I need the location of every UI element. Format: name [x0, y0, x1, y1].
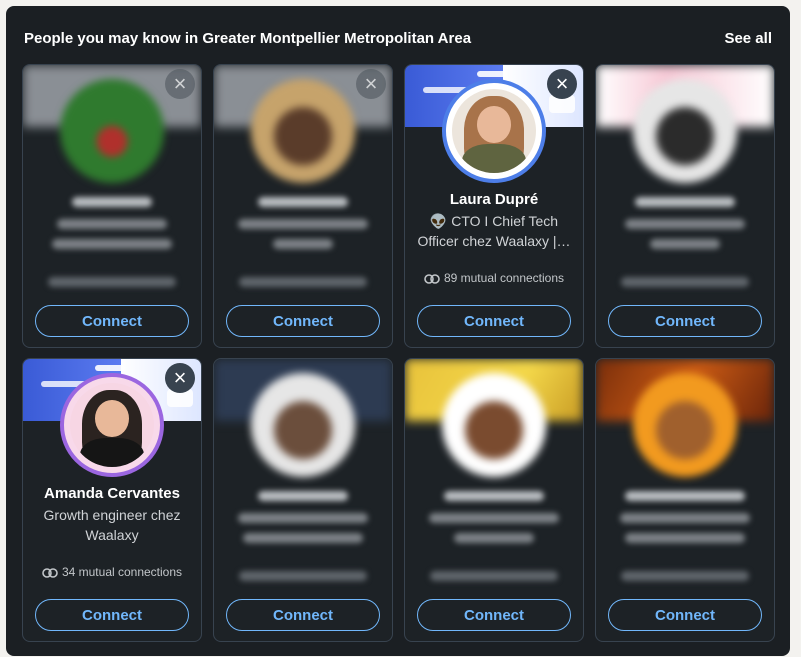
mutual-text: 89 mutual connections — [443, 271, 565, 285]
name-redacted — [258, 491, 348, 501]
person-card: × Connect — [22, 64, 202, 348]
person-card: Connect — [404, 358, 584, 642]
connect-button[interactable]: Connect — [35, 599, 189, 631]
name-redacted — [258, 197, 348, 207]
mutual-connections: 89 mutual connections — [411, 271, 577, 285]
name-redacted — [635, 197, 735, 207]
see-all-link[interactable]: See all — [724, 30, 772, 47]
connect-button[interactable]: Connect — [35, 305, 189, 337]
headline-redacted — [57, 219, 167, 229]
headline-redacted — [273, 239, 333, 249]
connect-button[interactable]: Connect — [608, 599, 762, 631]
person-card: Connect — [595, 64, 775, 348]
mutual-redacted — [621, 277, 749, 287]
mutual-connections-icon — [424, 274, 440, 284]
mutual-redacted — [430, 571, 558, 581]
headline-line: Growth engineer chez — [43, 507, 181, 523]
name-redacted — [625, 491, 745, 501]
banner-logo — [95, 365, 125, 371]
person-headline: Growth engineer chez Waalaxy — [35, 505, 189, 545]
close-icon[interactable]: × — [547, 69, 577, 99]
avatar[interactable] — [60, 373, 164, 477]
connect-button[interactable]: Connect — [417, 305, 571, 337]
banner-logo — [477, 71, 507, 77]
person-card: Connect — [595, 358, 775, 642]
headline-redacted — [238, 513, 368, 523]
connect-button[interactable]: Connect — [226, 599, 380, 631]
headline-redacted — [243, 533, 363, 543]
headline-redacted — [52, 239, 172, 249]
profile-photo — [452, 89, 536, 173]
mutual-connections: 34 mutual connections — [29, 565, 195, 579]
profile-photo — [70, 383, 154, 467]
headline-redacted — [625, 533, 745, 543]
avatar[interactable] — [633, 79, 737, 183]
avatar[interactable] — [442, 79, 546, 183]
close-icon[interactable]: × — [165, 69, 195, 99]
section-header: People you may know in Greater Montpelli… — [24, 30, 772, 54]
headline-line: Waalaxy — [85, 527, 139, 543]
headline-redacted — [454, 533, 534, 543]
name-redacted — [72, 197, 152, 207]
avatar[interactable] — [633, 373, 737, 477]
person-card: Connect — [213, 358, 393, 642]
headline-line: Officer chez Waalaxy |… — [417, 233, 571, 249]
mutual-text: 34 mutual connections — [61, 565, 183, 579]
headline-redacted — [625, 219, 745, 229]
mutual-redacted — [239, 277, 367, 287]
people-you-may-know-panel: People you may know in Greater Montpelli… — [6, 6, 790, 656]
mutual-redacted — [239, 571, 367, 581]
headline-redacted — [238, 219, 368, 229]
close-icon[interactable]: × — [165, 363, 195, 393]
avatar[interactable] — [442, 373, 546, 477]
headline-redacted — [650, 239, 720, 249]
headline-redacted — [620, 513, 750, 523]
person-card: × Amanda Cervantes Growth engineer chez … — [22, 358, 202, 642]
name-redacted — [444, 491, 544, 501]
person-headline: 👽 CTO I Chief Tech Officer chez Waalaxy … — [417, 211, 571, 251]
avatar[interactable] — [251, 373, 355, 477]
mutual-connections-icon — [42, 568, 58, 578]
headline-line: 👽 CTO I Chief Tech — [429, 213, 559, 229]
connect-button[interactable]: Connect — [226, 305, 380, 337]
person-card: × Laura Dupré 👽 CTO I Chief Tech Officer… — [404, 64, 584, 348]
mutual-redacted — [621, 571, 749, 581]
avatar[interactable] — [60, 79, 164, 183]
close-icon[interactable]: × — [356, 69, 386, 99]
connect-button[interactable]: Connect — [608, 305, 762, 337]
person-card: × Connect — [213, 64, 393, 348]
headline-redacted — [429, 513, 559, 523]
mutual-redacted — [48, 277, 176, 287]
person-name[interactable]: Amanda Cervantes — [29, 485, 195, 502]
connect-button[interactable]: Connect — [417, 599, 571, 631]
section-title: People you may know in Greater Montpelli… — [24, 30, 472, 47]
person-name[interactable]: Laura Dupré — [411, 191, 577, 208]
avatar[interactable] — [251, 79, 355, 183]
